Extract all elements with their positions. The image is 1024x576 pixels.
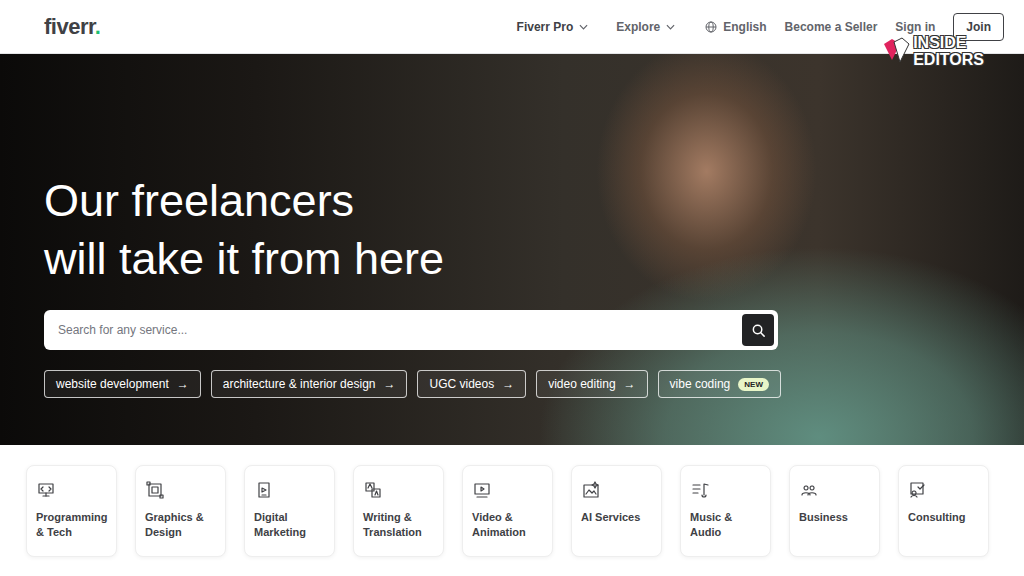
category-card[interactable]: Video & Animation <box>462 465 553 557</box>
category-icon <box>472 480 492 500</box>
suggestion-chip[interactable]: UGC videos→ <box>417 370 526 398</box>
top-nav: fiverr. Fiverr Pro Explore English Become a … <box>0 0 1024 54</box>
fiverr-home: fiverr. Fiverr Pro Explore English Become a … <box>0 0 1024 576</box>
category-icon <box>581 480 601 500</box>
fiverr-logo[interactable]: fiverr. <box>44 14 100 40</box>
category-icon <box>254 480 274 500</box>
category-card[interactable]: AI Services <box>571 465 662 557</box>
category-row: Programming & TechGraphics & DesignDigit… <box>0 445 1024 557</box>
suggestion-chip[interactable]: video editing→ <box>536 370 647 398</box>
arrow-right-icon: → <box>624 377 636 391</box>
category-card[interactable]: Programming & Tech <box>26 465 117 557</box>
category-card[interactable]: Writing & Translation <box>353 465 444 557</box>
category-icon <box>799 480 819 500</box>
globe-icon <box>705 21 717 33</box>
hero-banner: Our freelancerswill take it from here web… <box>0 54 1024 445</box>
brand-mark-icon <box>881 36 911 66</box>
arrow-right-icon: → <box>383 377 395 391</box>
category-card[interactable]: Consulting <box>898 465 989 557</box>
category-icon <box>690 480 710 500</box>
nav-link[interactable]: Sign in <box>895 20 935 34</box>
category-icon <box>36 480 56 500</box>
new-badge: NEW <box>738 378 769 391</box>
category-card[interactable]: Digital Marketing <box>244 465 335 557</box>
search-input[interactable] <box>56 322 742 338</box>
category-card[interactable]: Music & Audio <box>680 465 771 557</box>
magnifier-icon <box>751 323 766 338</box>
nav-menu[interactable]: Explore <box>616 20 675 34</box>
arrow-right-icon: → <box>502 377 514 391</box>
category-icon <box>908 480 928 500</box>
suggestion-chip[interactable]: website development→ <box>44 370 201 398</box>
hero-headline: Our freelancerswill take it from here <box>44 172 980 288</box>
chevron-down-icon <box>666 24 675 30</box>
category-icon <box>145 480 165 500</box>
language-selector[interactable]: English <box>705 20 766 34</box>
category-icon <box>363 480 383 500</box>
suggestion-chip[interactable]: architecture & interior design→ <box>211 370 408 398</box>
suggestion-chips: website development→ architecture & inter… <box>44 370 980 398</box>
arrow-right-icon: → <box>177 377 189 391</box>
search-button[interactable] <box>742 314 774 346</box>
search-bar[interactable] <box>44 310 778 350</box>
suggestion-chip[interactable]: vibe codingNEW <box>658 370 781 398</box>
nav-link[interactable]: Become a Seller <box>785 20 878 34</box>
watermark: INSIDEEDITORS <box>881 34 984 68</box>
nav-menu[interactable]: Fiverr Pro <box>517 20 589 34</box>
chevron-down-icon <box>579 24 588 30</box>
category-card[interactable]: Business <box>789 465 880 557</box>
category-card[interactable]: Graphics & Design <box>135 465 226 557</box>
